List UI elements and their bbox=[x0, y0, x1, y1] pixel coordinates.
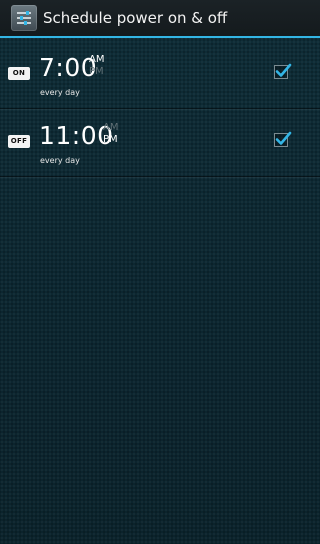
pm-label: PM bbox=[89, 66, 104, 77]
off-badge: OFF bbox=[8, 135, 30, 148]
checkmark-icon bbox=[275, 131, 292, 145]
schedule-row-off[interactable]: OFF 11:00 AM PM every day bbox=[0, 108, 320, 177]
page-title: Schedule power on & off bbox=[43, 9, 228, 27]
pm-label: PM bbox=[103, 134, 118, 145]
am-label: AM bbox=[103, 122, 119, 133]
sliders-icon[interactable] bbox=[11, 5, 37, 31]
am-pm-indicator: AM PM bbox=[103, 122, 118, 146]
repeat-label: every day bbox=[40, 156, 80, 165]
repeat-label: every day bbox=[40, 88, 80, 97]
action-bar: Schedule power on & off bbox=[0, 0, 320, 38]
checkmark-icon bbox=[275, 63, 292, 77]
schedule-row-on[interactable]: ON 7:00 AM PM every day bbox=[0, 40, 320, 109]
on-badge: ON bbox=[8, 67, 30, 80]
am-pm-indicator: AM PM bbox=[89, 54, 104, 78]
enable-checkbox[interactable] bbox=[274, 63, 292, 79]
enable-checkbox[interactable] bbox=[274, 131, 292, 147]
am-label: AM bbox=[89, 54, 105, 65]
